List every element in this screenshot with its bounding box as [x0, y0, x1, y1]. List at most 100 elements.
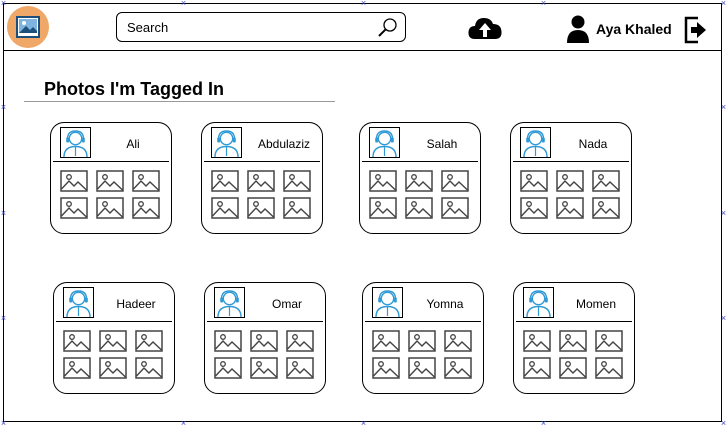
logo[interactable] — [7, 6, 49, 48]
photo-thumbnail-icon[interactable] — [559, 357, 587, 379]
tagged-person-card[interactable]: Salah — [359, 122, 481, 234]
photo-thumbnail-icon[interactable] — [595, 330, 623, 352]
photo-thumbnail-icon[interactable] — [214, 357, 242, 379]
photo-thumbnail-icon[interactable] — [135, 357, 163, 379]
photo-thumbnail-icon[interactable] — [60, 170, 88, 192]
avatar — [214, 287, 245, 318]
person-name: Omar — [272, 297, 302, 311]
tagged-person-card[interactable]: Hadeer — [53, 282, 175, 394]
tagged-person-card[interactable]: Yomna — [362, 282, 484, 394]
selection-handle: × — [0, 208, 7, 218]
card-divider — [56, 321, 172, 322]
card-divider — [365, 321, 481, 322]
image-icon — [16, 16, 40, 38]
avatar — [63, 287, 94, 318]
photo-grid — [372, 330, 474, 379]
selection-handle: × — [720, 418, 727, 428]
photo-thumbnail-icon[interactable] — [369, 170, 397, 192]
photo-thumbnail-icon[interactable] — [372, 357, 400, 379]
photo-thumbnail-icon[interactable] — [135, 330, 163, 352]
avatar — [520, 127, 551, 158]
selection-handle: × — [720, 0, 727, 8]
tagged-person-card[interactable]: Abdulaziz — [201, 122, 323, 234]
photo-thumbnail-icon[interactable] — [283, 197, 311, 219]
photo-thumbnail-icon[interactable] — [250, 357, 278, 379]
title-underline — [24, 101, 335, 102]
selection-handle: × — [540, 418, 547, 428]
tagged-person-card[interactable]: Nada — [510, 122, 632, 234]
photo-thumbnail-icon[interactable] — [592, 170, 620, 192]
avatar — [523, 287, 554, 318]
user-name[interactable]: Aya Khaled — [596, 21, 672, 37]
photo-thumbnail-icon[interactable] — [408, 357, 436, 379]
photo-thumbnail-icon[interactable] — [99, 357, 127, 379]
photo-thumbnail-icon[interactable] — [250, 330, 278, 352]
photo-thumbnail-icon[interactable] — [96, 197, 124, 219]
tagged-person-card[interactable]: Momen — [513, 282, 635, 394]
search-icon[interactable] — [377, 17, 399, 39]
selection-handle: × — [360, 418, 367, 428]
photo-thumbnail-icon[interactable] — [592, 197, 620, 219]
photo-thumbnail-icon[interactable] — [556, 197, 584, 219]
person-name: Salah — [426, 137, 458, 151]
search-input[interactable] — [127, 17, 367, 37]
photo-grid — [520, 170, 622, 219]
person-avatar-icon — [215, 288, 244, 317]
photo-thumbnail-icon[interactable] — [286, 330, 314, 352]
photo-thumbnail-icon[interactable] — [369, 197, 397, 219]
user-icon[interactable] — [567, 15, 589, 43]
photo-thumbnail-icon[interactable] — [595, 357, 623, 379]
photo-thumbnail-icon[interactable] — [405, 170, 433, 192]
photo-thumbnail-icon[interactable] — [556, 170, 584, 192]
photo-thumbnail-icon[interactable] — [559, 330, 587, 352]
photo-thumbnail-icon[interactable] — [523, 330, 551, 352]
photo-thumbnail-icon[interactable] — [132, 170, 160, 192]
photo-thumbnail-icon[interactable] — [520, 170, 548, 192]
tagged-person-card[interactable]: Ali — [50, 122, 172, 234]
person-avatar-icon — [521, 128, 550, 157]
selection-handle: × — [0, 313, 7, 323]
photo-thumbnail-icon[interactable] — [441, 170, 469, 192]
photo-grid — [369, 170, 471, 219]
photo-thumbnail-icon[interactable] — [211, 170, 239, 192]
search-box[interactable] — [116, 12, 406, 42]
logout-icon[interactable] — [684, 16, 708, 44]
photo-thumbnail-icon[interactable] — [283, 170, 311, 192]
selection-handle: × — [540, 0, 547, 8]
photo-thumbnail-icon[interactable] — [444, 330, 472, 352]
cloud-upload-icon[interactable] — [468, 16, 502, 40]
tagged-person-card[interactable]: Omar — [204, 282, 326, 394]
avatar — [372, 287, 403, 318]
photo-thumbnail-icon[interactable] — [132, 197, 160, 219]
photo-thumbnail-icon[interactable] — [99, 330, 127, 352]
photo-thumbnail-icon[interactable] — [214, 330, 242, 352]
photo-thumbnail-icon[interactable] — [441, 197, 469, 219]
photo-thumbnail-icon[interactable] — [63, 357, 91, 379]
photo-thumbnail-icon[interactable] — [247, 197, 275, 219]
photo-thumbnail-icon[interactable] — [286, 357, 314, 379]
person-avatar-icon — [524, 288, 553, 317]
selection-handle: × — [720, 208, 727, 218]
person-avatar-icon — [64, 288, 93, 317]
photo-thumbnail-icon[interactable] — [60, 197, 88, 219]
photo-thumbnail-icon[interactable] — [247, 170, 275, 192]
photo-thumbnail-icon[interactable] — [96, 170, 124, 192]
photo-thumbnail-icon[interactable] — [408, 330, 436, 352]
person-name: Nada — [578, 137, 608, 151]
person-avatar-icon — [373, 288, 402, 317]
photo-thumbnail-icon[interactable] — [372, 330, 400, 352]
avatar — [211, 127, 242, 158]
person-avatar-icon — [61, 128, 90, 157]
photo-thumbnail-icon[interactable] — [444, 357, 472, 379]
card-divider — [513, 161, 629, 162]
photo-thumbnail-icon[interactable] — [63, 330, 91, 352]
photo-thumbnail-icon[interactable] — [523, 357, 551, 379]
card-divider — [207, 321, 323, 322]
photo-thumbnail-icon[interactable] — [211, 197, 239, 219]
photo-thumbnail-icon[interactable] — [405, 197, 433, 219]
photo-grid — [211, 170, 313, 219]
person-name: Ali — [126, 137, 140, 151]
selection-handle: × — [0, 418, 7, 428]
selection-handle: × — [720, 102, 727, 112]
photo-thumbnail-icon[interactable] — [520, 197, 548, 219]
